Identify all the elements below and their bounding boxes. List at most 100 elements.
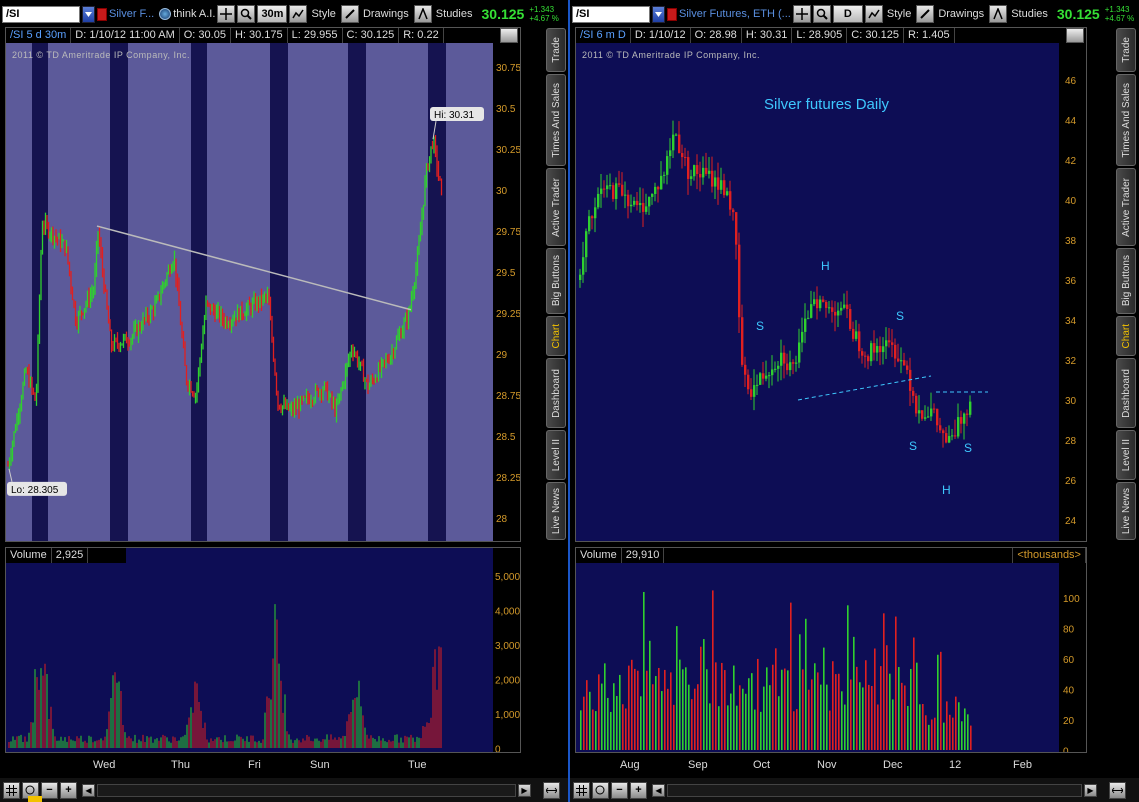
volume-bar xyxy=(670,672,672,750)
timeframe-button[interactable]: D xyxy=(832,5,863,23)
crosshair-icon[interactable] xyxy=(217,5,236,23)
side-tab-trade[interactable]: Trade xyxy=(1116,28,1136,72)
volume-bar xyxy=(757,658,759,750)
x-tick: Dec xyxy=(883,759,903,771)
resize-handle[interactable] xyxy=(28,796,42,802)
left-price-chart[interactable]: /SI 5 d 30m D: 1/10/12 11:00 AM O: 30.05… xyxy=(5,27,521,542)
side-tab-label: Chart xyxy=(550,323,562,349)
y-tick: 28.5 xyxy=(496,432,516,443)
style-icon[interactable] xyxy=(289,5,308,23)
side-tab-times-and-sales[interactable]: Times And Sales xyxy=(546,74,566,166)
volume-bar xyxy=(661,691,663,750)
right-volume-chart[interactable]: 100 80 60 40 20 0 Volume 29,910 <thousands> xyxy=(575,547,1087,753)
candle-body xyxy=(765,375,768,379)
side-tab-chart[interactable]: Chart xyxy=(546,316,566,356)
scroll-right-arrow[interactable]: ▶ xyxy=(518,783,531,797)
chart-symbol-period[interactable]: /SI 5 d 30m xyxy=(6,28,72,43)
symbol-dropdown-button[interactable] xyxy=(82,5,95,23)
studies-menu[interactable]: Studies xyxy=(1011,8,1048,20)
grid-icon[interactable] xyxy=(573,781,590,799)
candle-body xyxy=(954,435,957,437)
volume-bar xyxy=(775,648,777,750)
zoom-icon[interactable] xyxy=(237,5,256,23)
side-tab-big-buttons[interactable]: Big Buttons xyxy=(1116,248,1136,314)
side-tab-level-ii[interactable]: Level II xyxy=(546,430,566,480)
zoom-in-button[interactable]: + xyxy=(60,781,77,799)
side-tab-times-and-sales[interactable]: Times And Sales xyxy=(1116,74,1136,166)
zoom-out-button[interactable]: − xyxy=(611,781,628,799)
side-tab-trade[interactable]: Trade xyxy=(546,28,566,72)
left-chart-panel: /SI Silver F... think A.I. 30m Style Dra… xyxy=(0,0,568,802)
think-ai-label[interactable]: think A.I. xyxy=(173,8,215,20)
chart-settings-icon[interactable] xyxy=(1066,28,1084,43)
volume-bar xyxy=(724,670,726,750)
side-tab-active-trader[interactable]: Active Trader xyxy=(1116,168,1136,246)
side-tab-chart[interactable]: Chart xyxy=(1116,316,1136,356)
side-tab-live-news[interactable]: Live News xyxy=(1116,482,1136,540)
style-icon[interactable] xyxy=(864,5,883,23)
pattern-label: H xyxy=(821,259,830,273)
drawings-menu[interactable]: Drawings xyxy=(938,8,984,20)
style-menu[interactable]: Style xyxy=(887,8,911,20)
candle-body xyxy=(840,307,843,311)
horizontal-scrollbar[interactable] xyxy=(667,783,1082,797)
studies-menu[interactable]: Studies xyxy=(436,8,473,20)
volume-bar xyxy=(880,666,882,750)
ohlc-open: O: 30.05 xyxy=(180,28,231,43)
grid-icon[interactable] xyxy=(3,781,20,799)
volume-bar xyxy=(727,705,729,750)
candle-body xyxy=(666,156,669,175)
y-tick: 40 xyxy=(1065,196,1077,207)
candle-body xyxy=(624,194,627,196)
candle-body xyxy=(771,369,774,376)
side-tab-active-trader[interactable]: Active Trader xyxy=(546,168,566,246)
drawings-icon[interactable] xyxy=(340,5,359,23)
side-tab-dashboard[interactable]: Dashboard xyxy=(1116,358,1136,428)
horizontal-scrollbar[interactable] xyxy=(97,783,516,797)
side-tab-big-buttons[interactable]: Big Buttons xyxy=(546,248,566,314)
candle-body xyxy=(705,167,708,174)
candle-body xyxy=(591,216,594,219)
zoom-out-button[interactable]: − xyxy=(41,781,58,799)
volume-bar xyxy=(610,711,612,750)
candle-body xyxy=(927,416,930,418)
side-tab-label: Dashboard xyxy=(1120,368,1132,418)
zoom-in-button[interactable]: + xyxy=(630,781,647,799)
expand-icon[interactable] xyxy=(1109,781,1126,799)
y-tick: 29 xyxy=(496,350,508,361)
alert-flag-icon[interactable] xyxy=(97,7,107,21)
right-price-chart[interactable]: /SI 6 m D D: 1/10/12 O: 28.98 H: 30.31 L… xyxy=(575,27,1087,542)
side-tab-dashboard[interactable]: Dashboard xyxy=(546,358,566,428)
crosshair-icon[interactable] xyxy=(792,5,811,23)
symbol-dropdown-button[interactable] xyxy=(652,5,665,23)
volume-bar xyxy=(943,722,945,750)
volume-bar xyxy=(838,673,840,750)
candle-body xyxy=(876,346,879,353)
style-menu[interactable]: Style xyxy=(311,8,335,20)
scroll-right-arrow[interactable]: ▶ xyxy=(1084,783,1097,797)
side-tab-live-news[interactable]: Live News xyxy=(546,482,566,540)
zoom-icon[interactable] xyxy=(812,5,831,23)
chart-symbol-period[interactable]: /SI 6 m D xyxy=(576,28,631,43)
timeframe-button[interactable]: 30m xyxy=(257,5,288,23)
side-tab-level-ii[interactable]: Level II xyxy=(1116,430,1136,480)
symbol-input[interactable]: /SI xyxy=(572,5,650,23)
scroll-left-arrow[interactable]: ◀ xyxy=(652,783,665,797)
drawings-menu[interactable]: Drawings xyxy=(363,8,409,20)
studies-icon[interactable] xyxy=(413,5,432,23)
candle-body xyxy=(960,417,963,424)
think-ai-icon[interactable] xyxy=(159,8,172,20)
zoom-reset-icon[interactable] xyxy=(592,781,609,799)
candle-body xyxy=(747,374,750,390)
scroll-left-arrow[interactable]: ◀ xyxy=(82,783,95,797)
volume-bar xyxy=(709,703,711,750)
chart-settings-icon[interactable] xyxy=(500,28,518,43)
left-volume-chart[interactable]: 5,000 4,000 3,000 2,000 1,000 0 Volume 2,925 xyxy=(5,547,521,753)
expand-icon[interactable] xyxy=(543,781,560,799)
symbol-input[interactable]: /SI xyxy=(2,5,80,23)
drawings-icon[interactable] xyxy=(916,5,935,23)
alert-flag-icon[interactable] xyxy=(667,7,677,21)
candle-body xyxy=(702,167,705,178)
studies-icon[interactable] xyxy=(989,5,1008,23)
side-tab-label: Live News xyxy=(1120,487,1132,535)
